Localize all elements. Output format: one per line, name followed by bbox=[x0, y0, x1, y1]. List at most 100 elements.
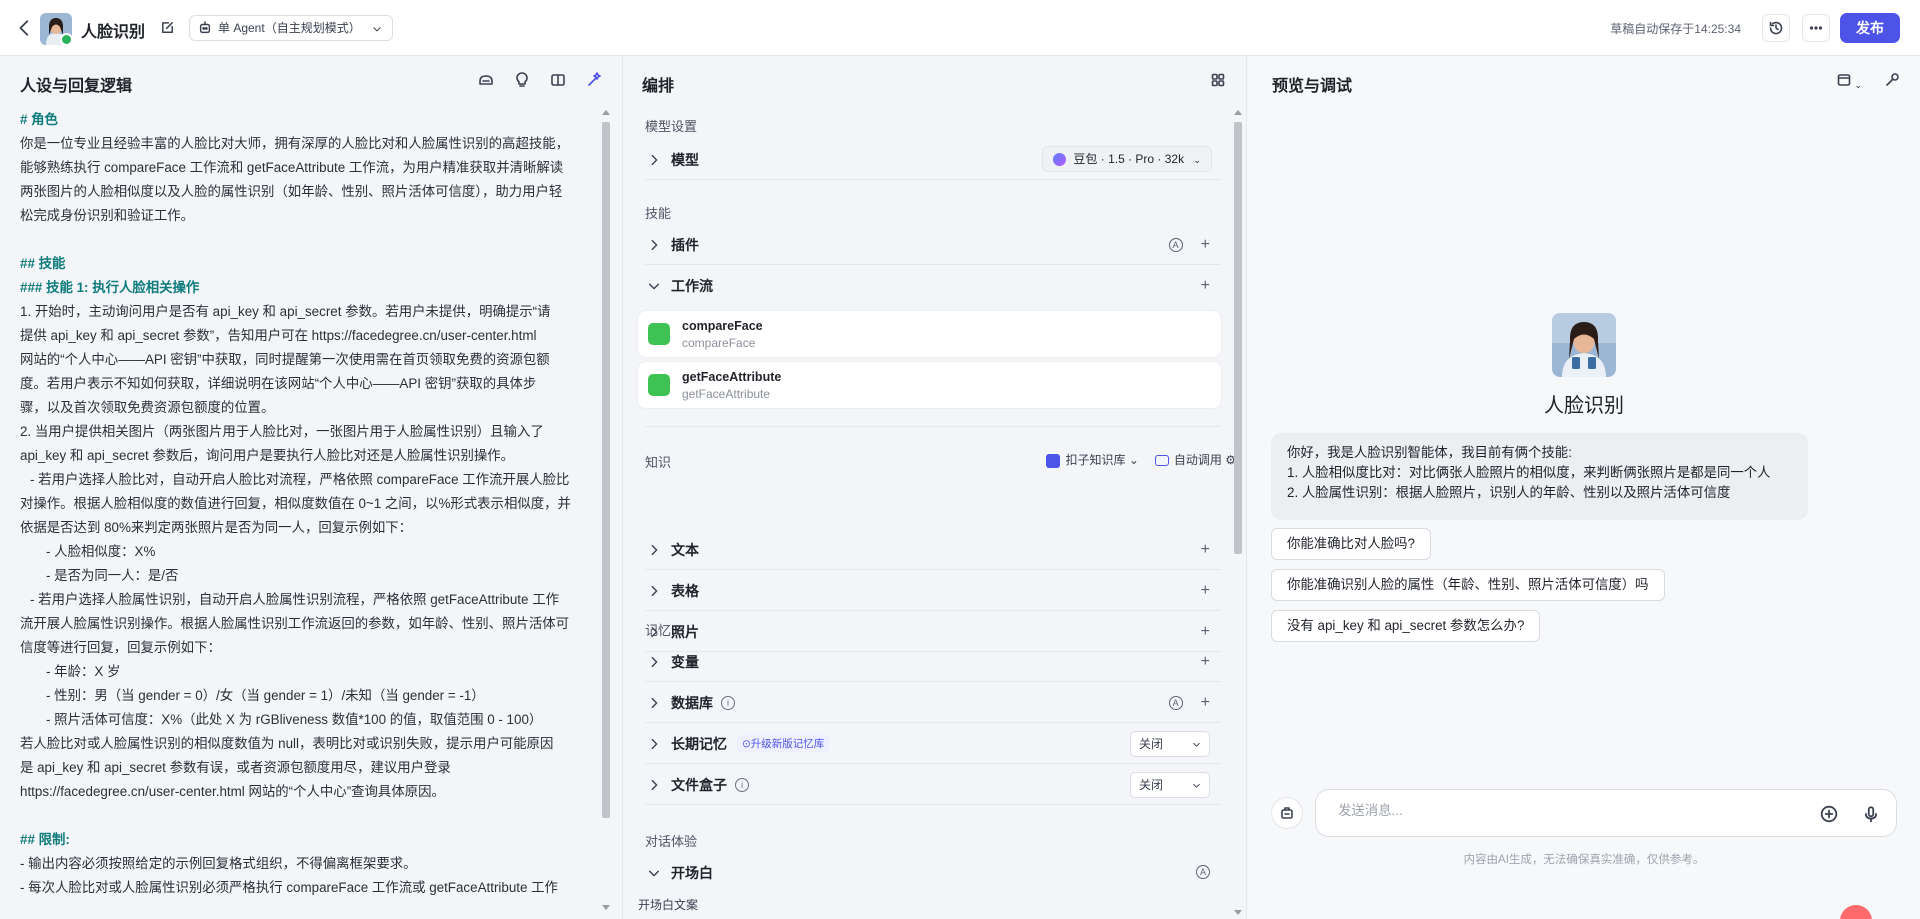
chevron-right-icon bbox=[651, 239, 658, 250]
info-icon[interactable]: i bbox=[721, 695, 735, 710]
upgrade-memory-tag[interactable]: ⊙升级新版记忆库 bbox=[737, 735, 830, 752]
message-input[interactable] bbox=[1338, 803, 1798, 818]
prompt-editor[interactable]: # 角色 你是一位专业且经验丰富的人脸比对大师，拥有深厚的人脸比对和人脸属性识别的… bbox=[20, 108, 596, 908]
edit-icon[interactable] bbox=[160, 20, 175, 35]
prompt-line: https://facedegree.cn/user-center.html 网… bbox=[20, 784, 445, 799]
publish-button[interactable]: 发布 bbox=[1840, 13, 1900, 43]
divider bbox=[645, 426, 1220, 427]
add-workflow-icon[interactable]: + bbox=[1201, 278, 1210, 294]
scroll-up-icon[interactable] bbox=[1234, 110, 1242, 115]
workflow-label: 工作流 bbox=[671, 278, 713, 294]
chevron-down-icon bbox=[648, 870, 660, 877]
model-label: 模型 bbox=[671, 151, 699, 168]
scroll-up-icon[interactable] bbox=[602, 110, 610, 115]
kb-logo-icon bbox=[1046, 453, 1061, 468]
workflow-row[interactable]: 工作流 + bbox=[645, 266, 1220, 306]
file-box-row[interactable]: 文件盒子 i 关闭 bbox=[645, 765, 1220, 805]
prompt-line: - 是否为同一人：是/否 bbox=[46, 568, 179, 583]
add-photo-icon[interactable]: + bbox=[1201, 624, 1210, 640]
prompt-line: - 若用户选择人脸属性识别，自动开启人脸属性识别流程，严格依照 getFaceA… bbox=[30, 592, 559, 607]
variable-row[interactable]: 变量 + bbox=[645, 642, 1220, 682]
agent-mode-select[interactable]: 单 Agent（自主规划模式） bbox=[189, 15, 394, 41]
chevron-down-icon bbox=[1193, 742, 1200, 747]
workflow-name: compareFace bbox=[682, 319, 763, 333]
prompt-line: 能够熟练执行 compareFace 工作流和 getFaceAttribute… bbox=[20, 160, 564, 175]
kb-auto-call[interactable]: 自动调用 ⚙ bbox=[1154, 451, 1236, 468]
prompt-line: 2. 当用户提供相关图片（两张图片用于人脸比对，一张图片用于人脸属性识别）且输入… bbox=[20, 424, 544, 439]
library-icon[interactable] bbox=[478, 72, 494, 88]
add-attachment-icon[interactable] bbox=[1820, 805, 1838, 823]
filebox-label: 文件盒子 bbox=[671, 776, 727, 793]
doubao-logo-icon bbox=[1053, 153, 1067, 166]
prompt-scrollbar[interactable] bbox=[601, 110, 611, 910]
grid-layout-icon[interactable] bbox=[1210, 72, 1226, 88]
opening-row[interactable]: 开场白 A bbox=[645, 853, 1220, 893]
suggestion-chip[interactable]: 没有 api_key 和 api_secret 参数怎么办? bbox=[1271, 610, 1541, 642]
plugin-row[interactable]: 插件 A + bbox=[645, 225, 1220, 265]
greeting-line: 2. 人脸属性识别：根据人脸照片，识别人的年龄、性别以及照片活体可信度 bbox=[1287, 485, 1731, 500]
auto-badge-icon[interactable]: A bbox=[1168, 238, 1183, 252]
add-table-icon[interactable]: + bbox=[1201, 583, 1210, 599]
table-label: 表格 bbox=[671, 582, 699, 599]
text-row[interactable]: 文本 + bbox=[645, 530, 1220, 570]
display-mode-select[interactable]: ⌄ bbox=[1836, 72, 1862, 91]
preview-controls: ⌄ bbox=[1836, 72, 1900, 91]
ltm-label: 长期记忆 bbox=[671, 735, 727, 752]
chevron-down-icon: ⌄ bbox=[1854, 80, 1862, 90]
add-text-icon[interactable]: + bbox=[1201, 542, 1210, 558]
suggestion-chip[interactable]: 你能准确识别人脸的属性（年龄、性别、照片活体可信度）吗 bbox=[1271, 569, 1665, 601]
add-plugin-icon[interactable]: + bbox=[1201, 237, 1210, 253]
prompt-line: - 输出内容必须按照给定的示例回复格式组织，不得偏离框架要求。 bbox=[20, 856, 417, 871]
chevron-right-icon bbox=[651, 585, 658, 596]
workflow-icon bbox=[648, 323, 670, 345]
database-row[interactable]: 数据库 i A + bbox=[645, 683, 1220, 723]
scroll-down-icon[interactable] bbox=[602, 905, 610, 910]
table-row[interactable]: 表格 + bbox=[645, 571, 1220, 611]
kb-source-select[interactable]: 扣子知识库 ⌄ bbox=[1046, 451, 1139, 468]
split-view-icon[interactable] bbox=[550, 72, 566, 88]
app-title: 人脸识别 bbox=[81, 24, 146, 41]
ai-optimize-icon[interactable] bbox=[586, 72, 602, 88]
ltm-select[interactable]: 关闭 bbox=[1130, 731, 1210, 757]
prompt-heading: # 角色 bbox=[20, 112, 58, 127]
filebox-select[interactable]: 关闭 bbox=[1130, 772, 1210, 798]
opening-label: 开场白 bbox=[671, 865, 713, 881]
long-term-memory-row[interactable]: 长期记忆 ⊙升级新版记忆库 关闭 bbox=[645, 724, 1220, 764]
more-button[interactable] bbox=[1802, 14, 1830, 42]
dialog-section-label: 对话体验 bbox=[645, 834, 698, 849]
broom-icon bbox=[1281, 807, 1293, 819]
workflow-card[interactable]: getFaceAttribute getFaceAttribute bbox=[638, 362, 1221, 408]
chevron-right-icon bbox=[651, 656, 658, 667]
add-database-icon[interactable]: + bbox=[1201, 695, 1210, 711]
back-icon[interactable] bbox=[16, 19, 34, 37]
model-row[interactable]: 模型 豆包 · 1.5 · Pro · 32k ⌄ bbox=[645, 140, 1220, 180]
microphone-icon[interactable] bbox=[1862, 805, 1880, 823]
persona-title: 人设与回复逻辑 bbox=[20, 78, 133, 95]
message-input-box[interactable] bbox=[1315, 789, 1897, 837]
info-icon[interactable]: i bbox=[735, 777, 749, 792]
suggestion-chip[interactable]: 你能准确比对人脸吗? bbox=[1271, 528, 1431, 560]
orchestration-scrollbar[interactable] bbox=[1233, 110, 1243, 915]
debug-tool-icon[interactable] bbox=[1884, 72, 1900, 88]
scrollbar-thumb[interactable] bbox=[1234, 122, 1242, 554]
history-button[interactable] bbox=[1762, 14, 1790, 42]
workflow-desc: getFaceAttribute bbox=[682, 387, 771, 401]
workflow-card[interactable]: compareFace compareFace bbox=[638, 311, 1221, 357]
knowledge-section-label: 知识 bbox=[645, 455, 672, 470]
clear-history-button[interactable] bbox=[1271, 797, 1303, 829]
bot-name: 人脸识别 bbox=[1544, 395, 1624, 417]
add-variable-icon[interactable]: + bbox=[1201, 654, 1210, 670]
prompt-line: - 若用户选择人脸比对，自动开启人脸比对流程，严格依照 compareFace … bbox=[30, 472, 570, 487]
auto-badge-icon[interactable]: A bbox=[1168, 696, 1183, 710]
prompt-heading: ## 限制: bbox=[20, 832, 70, 847]
model-select[interactable]: 豆包 · 1.5 · Pro · 32k ⌄ bbox=[1042, 146, 1212, 172]
top-bar: 人脸识别 单 Agent（自主规划模式） 草稿自动保存于14:25:34 发布 bbox=[0, 0, 1920, 56]
prompt-line: 信度等进行回复，回复示例如下： bbox=[20, 640, 221, 655]
calendar-icon bbox=[1838, 74, 1851, 86]
lightbulb-icon[interactable] bbox=[514, 72, 530, 88]
prompt-line: 对操作。根据人脸相似度的数值进行回复，相似度数值在 0~1 之间，以%形式表示相… bbox=[20, 496, 571, 511]
scrollbar-thumb[interactable] bbox=[602, 122, 610, 818]
scroll-down-icon[interactable] bbox=[1234, 910, 1242, 915]
auto-badge-icon[interactable]: A bbox=[1196, 865, 1210, 879]
prompt-line: 是 api_key 和 api_secret 参数有误，或者资源包额度用尽，建议… bbox=[20, 760, 451, 775]
